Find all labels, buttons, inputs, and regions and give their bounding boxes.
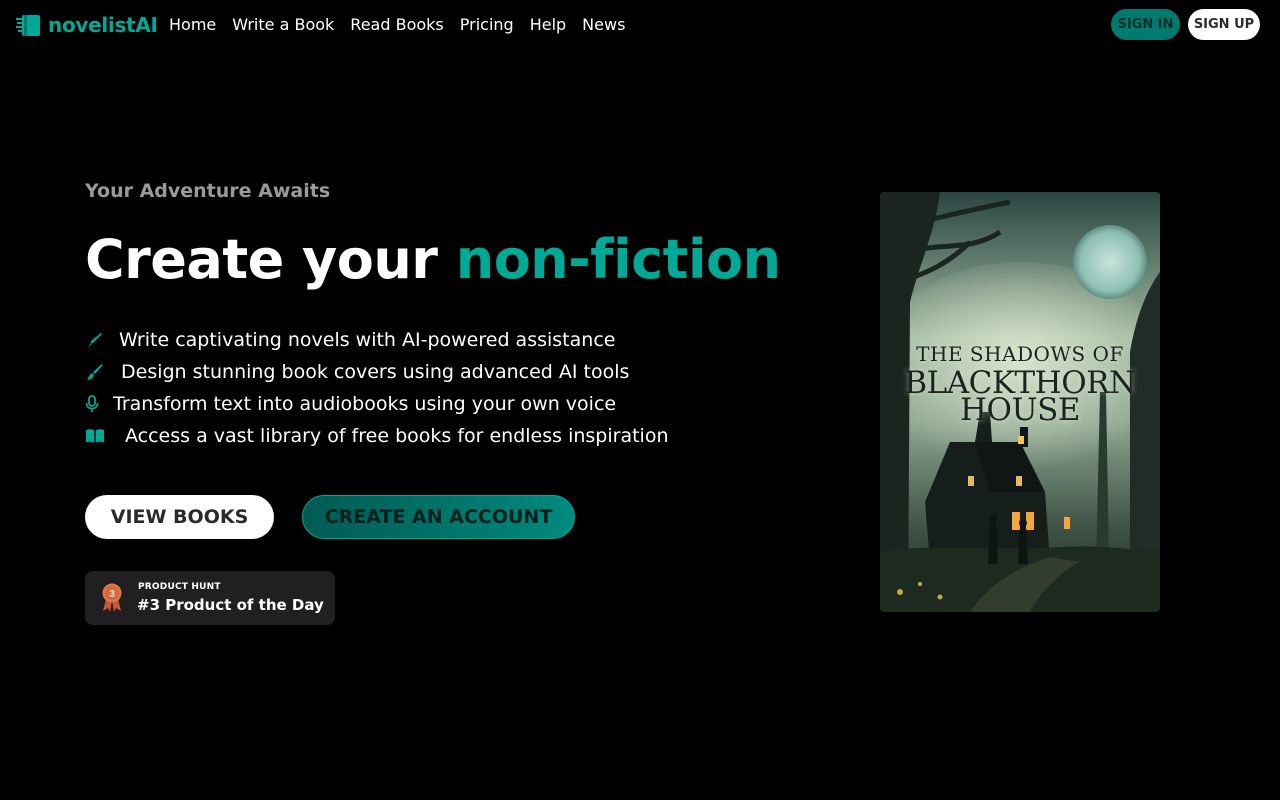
brand-logo[interactable]: novelistAI	[16, 12, 158, 38]
view-books-button[interactable]: VIEW BOOKS	[85, 495, 274, 539]
product-hunt-badge[interactable]: 3 PRODUCT HUNT #3 Product of the Day	[85, 571, 335, 625]
sign-up-button[interactable]: SIGN UP	[1188, 9, 1260, 40]
microphone-icon	[85, 394, 99, 414]
feature-text: Design stunning book covers using advanc…	[121, 361, 630, 383]
feature-list: Write captivating novels with AI-powered…	[85, 324, 669, 452]
top-navbar: novelistAI Home Write a Book Read Books …	[0, 0, 1280, 50]
medal-rank: 3	[109, 589, 115, 600]
hero-eyebrow: Your Adventure Awaits	[85, 180, 331, 202]
feature-item: Transform text into audiobooks using you…	[85, 388, 669, 420]
feature-text: Access a vast library of free books for …	[125, 425, 669, 447]
cover-title-line1: THE SHADOWS OF	[916, 342, 1124, 366]
feature-item: Access a vast library of free books for …	[85, 420, 669, 452]
book-cover-image[interactable]: THE SHADOWS OF BLACKTHORN HOUSE	[880, 192, 1160, 612]
feature-text: Write captivating novels with AI-powered…	[119, 329, 616, 351]
feature-text: Transform text into audiobooks using you…	[113, 393, 617, 415]
main-nav: Home Write a Book Read Books Pricing Hel…	[169, 15, 641, 34]
nav-read-books[interactable]: Read Books	[350, 15, 443, 34]
headline-prefix: Create your	[85, 228, 438, 291]
pen-icon	[85, 330, 105, 350]
feature-item: Design stunning book covers using advanc…	[85, 356, 669, 388]
hero-headline: Create your non-fiction	[85, 228, 781, 291]
brush-icon	[85, 362, 105, 382]
create-account-button[interactable]: CREATE AN ACCOUNT	[302, 495, 575, 539]
cover-title-line3-text: HOUSE	[960, 392, 1080, 428]
sign-in-button[interactable]: SIGN IN	[1111, 9, 1180, 40]
nav-home[interactable]: Home	[169, 15, 216, 34]
product-hunt-label: PRODUCT HUNT	[138, 582, 221, 592]
cover-title-line2: BLACKTHORN HOUSE	[880, 368, 1160, 426]
product-hunt-title: #3 Product of the Day	[137, 596, 324, 614]
nav-pricing[interactable]: Pricing	[460, 15, 514, 34]
feature-item: Write captivating novels with AI-powered…	[85, 324, 669, 356]
headline-accent: non-fiction	[455, 228, 781, 291]
brand-name: novelistAI	[48, 13, 158, 37]
nav-help[interactable]: Help	[530, 15, 566, 34]
medal-icon: 3	[101, 583, 123, 613]
book-logo-icon	[16, 12, 42, 38]
open-book-icon	[85, 426, 105, 446]
nav-news[interactable]: News	[582, 15, 625, 34]
nav-write-a-book[interactable]: Write a Book	[232, 15, 334, 34]
